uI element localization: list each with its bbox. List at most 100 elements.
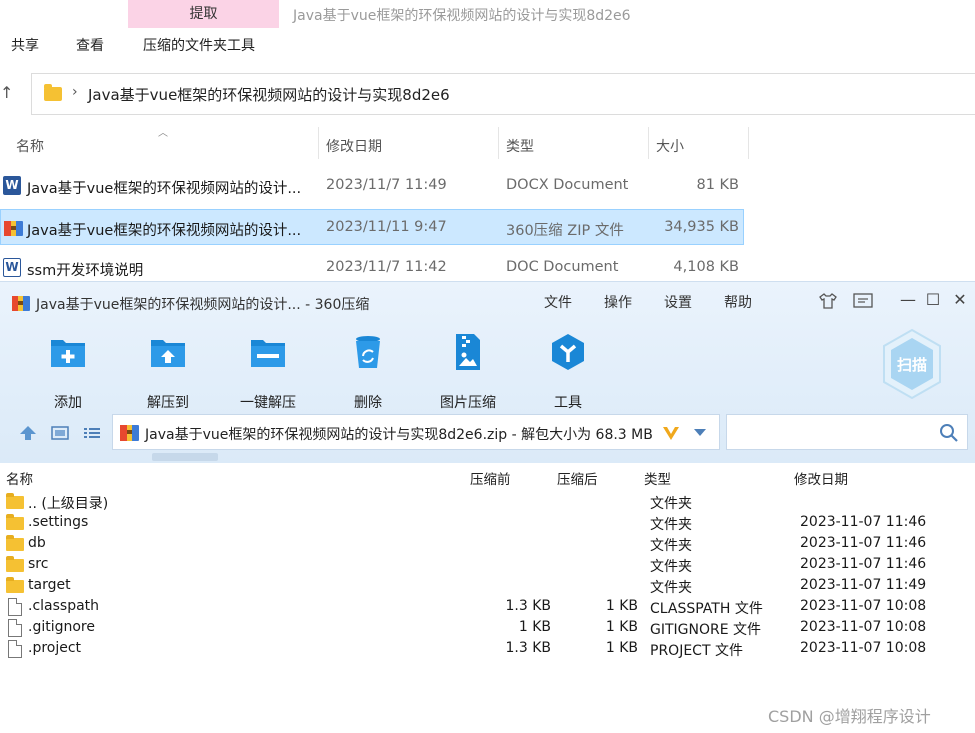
zip-archive-icon — [4, 221, 23, 236]
archive-search-input[interactable] — [726, 414, 968, 450]
chevron-right-icon[interactable]: › — [72, 84, 78, 100]
image-compress-button[interactable]: 图片压缩 — [423, 332, 513, 412]
entry-type: 文件夹 — [650, 517, 692, 533]
entry-size-before: 1.3 KB — [505, 598, 552, 614]
image-compress-label: 图片压缩 — [440, 395, 496, 411]
archive-row[interactable]: db 文件夹 2023-11-07 11:46 — [0, 533, 975, 554]
menu-help[interactable]: 帮助 — [724, 292, 752, 312]
thumbnail-view-icon[interactable] — [51, 425, 69, 441]
tools-hexagon-icon — [552, 334, 584, 370]
checkmark-v-icon[interactable] — [661, 424, 681, 442]
file-row-selected[interactable]: Java基于vue框架的环保视频网站的设计... 2023/11/11 9:47… — [0, 209, 744, 245]
entry-name: src — [28, 556, 49, 572]
parent-up-arrow-icon[interactable] — [19, 425, 37, 441]
folder-icon — [6, 535, 24, 551]
scan-label: 扫描 — [897, 356, 927, 374]
zip-column-after[interactable]: 压缩后 — [557, 468, 598, 488]
file-name: Java基于vue框架的环保视频网站的设计... — [27, 181, 302, 197]
column-header-name[interactable]: 名称 — [16, 136, 44, 156]
entry-type: 文件夹 — [650, 580, 692, 596]
entry-modified: 2023-11-07 11:46 — [800, 556, 927, 572]
entry-type: GITIGNORE 文件 — [650, 622, 762, 638]
zip-column-type[interactable]: 类型 — [644, 468, 671, 488]
image-compress-icon — [456, 334, 480, 370]
column-divider[interactable] — [498, 127, 499, 159]
archive-row[interactable]: target 文件夹 2023-11-07 11:49 — [0, 575, 975, 596]
feedback-icon[interactable] — [853, 293, 873, 309]
column-header-type[interactable]: 类型 — [506, 136, 534, 156]
entry-name: .classpath — [28, 598, 100, 614]
entry-name: db — [28, 535, 46, 551]
menu-file[interactable]: 文件 — [544, 292, 572, 312]
zip-column-name[interactable]: 名称 — [6, 468, 33, 488]
archive-path-bar[interactable]: Java基于vue框架的环保视频网站的设计与实现8d2e6.zip - 解包大小… — [112, 414, 720, 450]
address-bar[interactable]: › Java基于vue框架的环保视频网站的设计与实现8d2e6 — [31, 73, 975, 115]
scroll-indicator[interactable] — [152, 453, 218, 461]
ribbon-tab-view[interactable]: 查看 — [76, 35, 104, 55]
archive-row[interactable]: .settings 文件夹 2023-11-07 11:46 — [0, 512, 975, 533]
ribbon-tab-share[interactable]: 共享 — [11, 35, 39, 55]
list-view-icon[interactable] — [83, 425, 101, 441]
entry-type: PROJECT 文件 — [650, 643, 743, 659]
add-button[interactable]: 添加 — [23, 332, 113, 412]
folder-icon — [6, 514, 24, 530]
column-divider[interactable] — [648, 127, 649, 159]
archive-row[interactable]: .gitignore 1 KB 1 KB GITIGNORE 文件 2023-1… — [0, 617, 975, 638]
file-size: 34,935 KB — [664, 219, 739, 235]
archive-row[interactable]: .project 1.3 KB 1 KB PROJECT 文件 2023-11-… — [0, 638, 975, 659]
file-modified: 2023/11/7 11:42 — [326, 259, 447, 275]
archive-row[interactable]: src 文件夹 2023-11-07 11:46 — [0, 554, 975, 575]
skin-shirt-icon[interactable] — [818, 292, 838, 310]
zip-column-modified[interactable]: 修改日期 — [794, 468, 848, 488]
zip-column-before[interactable]: 压缩前 — [470, 468, 511, 488]
one-click-extract-label: 一键解压 — [240, 395, 296, 411]
delete-label: 删除 — [354, 395, 382, 411]
ribbon-tab-compressed-folder-tools[interactable]: 压缩的文件夹工具 — [143, 35, 255, 55]
scan-button[interactable]: 扫描 — [880, 328, 944, 400]
entry-modified: 2023-11-07 10:08 — [800, 598, 927, 614]
file-explorer-window: 提取 Java基于vue框架的环保视频网站的设计与实现8d2e6 共享 查看 压… — [0, 0, 975, 290]
maximize-icon[interactable]: ☐ — [923, 290, 943, 309]
file-icon — [8, 640, 22, 658]
folder-icon — [6, 493, 24, 509]
word-docx-icon: W — [3, 176, 21, 195]
up-arrow-icon[interactable]: ↑ — [0, 83, 16, 105]
dropdown-arrow-icon[interactable] — [693, 428, 707, 437]
entry-name: .settings — [28, 514, 89, 530]
column-header-modified[interactable]: 修改日期 — [326, 136, 382, 156]
minimize-icon[interactable]: — — [898, 290, 918, 309]
tools-label: 工具 — [554, 395, 582, 411]
zip-archive-icon — [120, 425, 139, 441]
entry-modified: 2023-11-07 10:08 — [800, 640, 927, 656]
archive-row[interactable]: .classpath 1.3 KB 1 KB CLASSPATH 文件 2023… — [0, 596, 975, 617]
extract-to-button[interactable]: 解压到 — [123, 332, 213, 412]
zip-archive-icon — [12, 296, 30, 311]
entry-modified: 2023-11-07 11:46 — [800, 514, 927, 530]
tools-button[interactable]: 工具 — [523, 332, 613, 412]
extract-folder-icon — [151, 340, 185, 367]
sort-up-icon: ︿ — [158, 128, 168, 139]
column-header-size[interactable]: 大小 — [656, 136, 684, 156]
menu-operation[interactable]: 操作 — [604, 292, 632, 312]
entry-modified: 2023-11-07 11:46 — [800, 535, 927, 551]
ribbon-tab-extract[interactable]: 提取 — [128, 0, 279, 28]
entry-type: 文件夹 — [650, 538, 692, 554]
column-divider[interactable] — [748, 127, 749, 159]
file-size: 4,108 KB — [673, 259, 739, 275]
search-icon[interactable] — [939, 423, 959, 443]
recycle-bin-icon — [356, 336, 380, 368]
one-click-extract-button[interactable]: 一键解压 — [223, 332, 313, 412]
archive-row[interactable]: .. (上级目录) 文件夹 — [0, 491, 975, 512]
column-divider[interactable] — [318, 127, 319, 159]
file-modified: 2023/11/7 11:49 — [326, 177, 447, 193]
zip-header: Java基于vue框架的环保视频网站的设计... - 360压缩 文件 操作 设… — [0, 282, 975, 463]
entry-modified: 2023-11-07 10:08 — [800, 619, 927, 635]
menu-settings[interactable]: 设置 — [664, 292, 692, 312]
entry-name: .project — [28, 640, 82, 656]
close-icon[interactable]: ✕ — [950, 290, 970, 309]
entry-size-after: 1 KB — [605, 619, 638, 635]
entry-type: CLASSPATH 文件 — [650, 601, 763, 617]
file-row[interactable]: W Java基于vue框架的环保视频网站的设计... 2023/11/7 11:… — [0, 168, 975, 204]
delete-button[interactable]: 删除 — [323, 332, 413, 412]
folder-icon — [6, 577, 24, 593]
